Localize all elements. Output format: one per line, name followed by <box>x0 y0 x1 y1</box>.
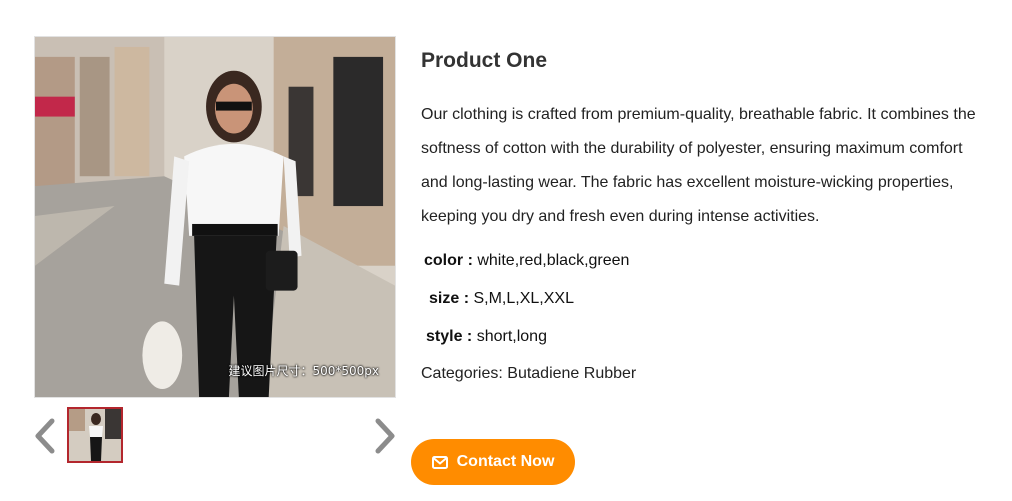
product-description: Our clothing is crafted from premium-qua… <box>421 106 976 225</box>
attribute-color: color : white,red,black,green <box>424 252 629 270</box>
product-detail: 建议图片尺寸：500*500px Product One Our clothin… <box>0 0 1012 501</box>
attribute-size: size : S,M,L,XL,XXL <box>429 290 574 308</box>
product-photo <box>35 37 395 397</box>
envelope-icon <box>431 455 448 469</box>
thumbnail-photo <box>69 409 121 461</box>
contact-now-label: Contact Now <box>456 453 555 470</box>
product-title: Product One <box>421 49 548 72</box>
attribute-size-label: size : <box>429 290 470 307</box>
attribute-style-value: short,long <box>476 328 547 345</box>
product-categories: Categories: Butadiene Rubber <box>421 365 637 382</box>
attribute-color-label: color : <box>424 252 473 269</box>
attribute-style-label: style : <box>426 328 473 345</box>
chevron-right-icon <box>375 418 395 454</box>
main-product-image[interactable]: 建议图片尺寸：500*500px <box>34 36 396 398</box>
gallery-prev-button[interactable] <box>32 416 58 456</box>
attribute-color-value: white,red,black,green <box>477 252 630 269</box>
attribute-size-value: S,M,L,XL,XXL <box>473 290 574 307</box>
contact-now-button[interactable]: Contact Now <box>411 439 575 485</box>
gallery-next-button[interactable] <box>372 416 398 456</box>
image-size-watermark: 建议图片尺寸：500*500px <box>228 364 379 378</box>
attribute-style: style : short,long <box>426 328 547 346</box>
chevron-left-icon <box>35 418 55 454</box>
gallery-thumbnail[interactable] <box>67 407 123 463</box>
